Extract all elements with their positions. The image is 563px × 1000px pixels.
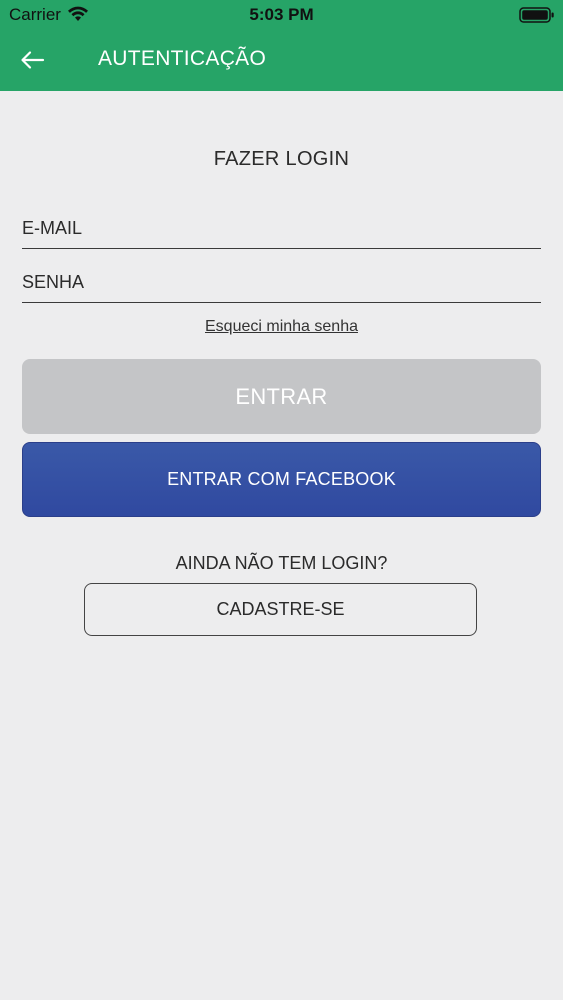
- status-time: 5:03 PM: [249, 5, 314, 24]
- register-button-label: CADASTRE-SE: [216, 599, 345, 619]
- register-button[interactable]: CADASTRE-SE: [84, 583, 477, 636]
- register-prompt: AINDA NÃO TEM LOGIN?: [175, 553, 388, 573]
- app-bar: AUTENTICAÇÃO: [0, 30, 563, 91]
- password-input[interactable]: [22, 262, 541, 302]
- password-field: [22, 262, 541, 303]
- facebook-login-button-label: ENTRAR COM FACEBOOK: [167, 469, 396, 489]
- battery-full-icon: [519, 7, 554, 23]
- status-bar: Carrier 5:03 PM: [0, 0, 563, 30]
- email-field: [22, 208, 541, 249]
- arrow-left-icon[interactable]: [18, 48, 46, 72]
- facebook-login-button[interactable]: ENTRAR COM FACEBOOK: [22, 442, 541, 517]
- app-title: AUTENTICAÇÃO: [98, 47, 267, 70]
- login-button-label: ENTRAR: [235, 383, 328, 409]
- page-title: FAZER LOGIN: [213, 148, 350, 170]
- email-input[interactable]: [22, 208, 541, 248]
- forgot-password-link[interactable]: Esqueci minha senha: [0, 318, 563, 336]
- login-button[interactable]: ENTRAR: [22, 359, 541, 434]
